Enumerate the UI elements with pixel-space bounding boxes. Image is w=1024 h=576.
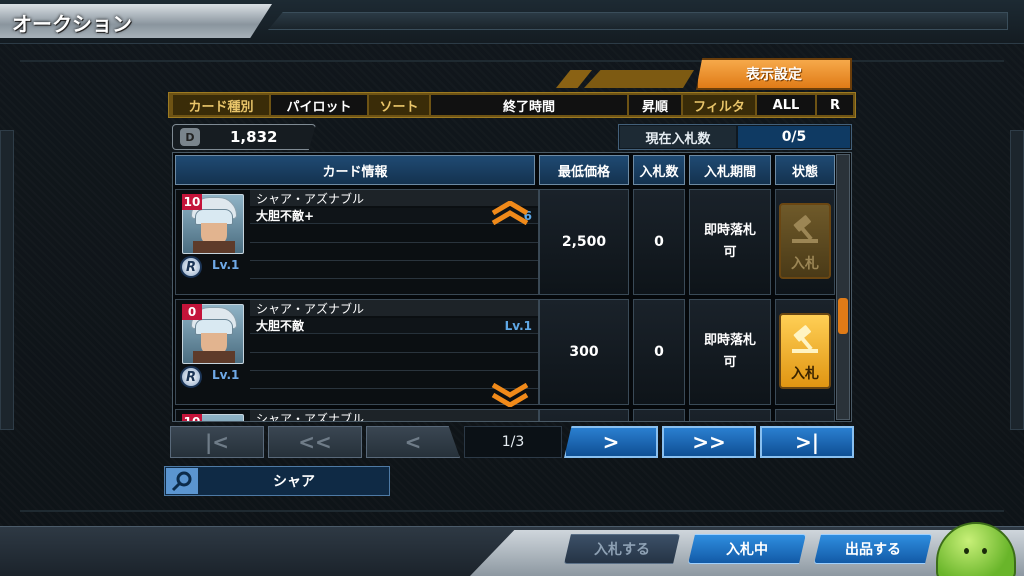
prev-page-button[interactable]: < (366, 426, 460, 458)
last-page-icon: >| (794, 430, 820, 454)
column-header-card-info: カード情報 (175, 155, 535, 185)
scroll-down-icon[interactable] (489, 383, 531, 407)
bid-period-line2: 可 (723, 355, 737, 370)
scroll-up-icon[interactable] (489, 201, 531, 225)
cost-badge: 10 (182, 414, 202, 421)
left-frame-edge (0, 130, 14, 430)
next-page-button[interactable]: > (564, 426, 658, 458)
bid-period (689, 409, 771, 421)
bid-period: 即時落札 可 (689, 189, 771, 295)
skill-name: 大胆不敵 Lv.1 (250, 318, 538, 334)
rewind-button[interactable]: << (268, 426, 362, 458)
skill-divider (250, 260, 538, 261)
bid-count: 0 (633, 299, 685, 405)
card-type-label: カード種別 (173, 95, 269, 115)
display-settings-button[interactable]: 表示設定 (696, 58, 852, 90)
order-toggle[interactable]: 昇順 (629, 95, 681, 115)
bidding-button[interactable]: 入札中 (688, 534, 806, 564)
skill-divider (250, 278, 538, 279)
min-price: 300 (539, 299, 629, 405)
status-cell (775, 409, 835, 421)
current-bids-label: 現在入札数 (620, 126, 736, 148)
skill-divider (250, 352, 538, 353)
skill-divider (250, 242, 538, 243)
cost-badge: 0 (182, 304, 202, 320)
last-page-button[interactable]: >| (760, 426, 854, 458)
card-info: 10 R Lv.1 シャア・アズナブル 大胆不敵+ 6 (175, 189, 539, 295)
table-row[interactable]: 0 R Lv.1 シャア・アズナブル 大胆不敵 Lv.1 300 0 即時落札 … (173, 299, 839, 407)
column-header-min-price: 最低価格 (539, 155, 629, 185)
bid-count: 0 (633, 189, 685, 295)
magnifier-icon (171, 471, 192, 492)
sort-select[interactable]: 終了時間 (431, 95, 627, 115)
table-row[interactable]: 10 シャア・アズナブル (173, 409, 839, 421)
table-row[interactable]: 10 R Lv.1 シャア・アズナブル 大胆不敵+ 6 2,500 0 即時落札… (173, 189, 839, 297)
page-title: オークション (12, 12, 132, 36)
r-button[interactable]: R (817, 95, 853, 115)
column-header-bid-period: 入札期間 (689, 155, 771, 185)
cost-badge: 10 (182, 194, 202, 210)
bid-button-disabled[interactable]: 入札 (779, 203, 831, 279)
currency-icon: D (180, 128, 200, 146)
bid-period-line2: 可 (723, 245, 737, 260)
column-header-bid-count: 入札数 (633, 155, 685, 185)
filter-select[interactable]: ALL (757, 95, 815, 115)
header-decoration (584, 70, 694, 88)
bid-button[interactable]: 入札 (779, 313, 831, 389)
card-info: 0 R Lv.1 シャア・アズナブル 大胆不敵 Lv.1 (175, 299, 539, 405)
bid-action-button[interactable]: 入札する (564, 534, 680, 564)
card-type-select[interactable]: パイロット (271, 95, 367, 115)
currency-amount: 1,832 (230, 128, 278, 146)
fast-forward-icon: >> (692, 430, 726, 454)
frame-line-bottom (20, 510, 1004, 512)
scrollbar-thumb[interactable] (838, 298, 848, 334)
min-price (539, 409, 629, 421)
auction-screen: オークション 表示設定 カード種別 パイロット ソート 終了時間 昇順 フィルタ… (0, 0, 1024, 576)
skill-label: 大胆不敵 (256, 319, 305, 333)
rank-r-icon: R (180, 256, 202, 278)
filter-label: フィルタ (683, 95, 755, 115)
page-indicator: 1/3 (464, 426, 562, 458)
pilot-name: シャア・アズナブル (250, 410, 538, 421)
frame-line-top (20, 60, 1004, 62)
mascot-eye (964, 548, 969, 554)
filter-bar: カード種別 パイロット ソート 終了時間 昇順 フィルタ ALL R (168, 92, 856, 118)
bid-period-line1: 即時落札 (703, 333, 756, 348)
listing-button[interactable]: 出品する (814, 534, 932, 564)
current-bids-value: 0/5 (738, 126, 850, 148)
skill-level: Lv.1 (504, 318, 532, 333)
first-page-icon: |< (204, 430, 230, 454)
search-icon[interactable] (166, 468, 198, 494)
next-icon: > (602, 430, 620, 454)
bid-button-label: 入札 (791, 256, 819, 272)
mascot-eye (982, 548, 987, 554)
uniform (193, 351, 235, 363)
gavel-icon (792, 215, 818, 243)
skill-label: 大胆不敵+ (256, 209, 315, 223)
bid-period-line1: 即時落札 (703, 223, 756, 238)
rewind-icon: << (298, 430, 332, 454)
first-page-button[interactable]: |< (170, 426, 264, 458)
card-level: Lv.1 (212, 258, 240, 272)
right-frame-edge (1010, 130, 1024, 430)
bid-period: 即時落札 可 (689, 299, 771, 405)
gavel-icon (792, 325, 818, 353)
search-input[interactable]: シャア (200, 468, 388, 494)
pilot-name: シャア・アズナブル (250, 300, 538, 316)
title-decoration (268, 12, 1008, 30)
min-price: 2,500 (539, 189, 629, 295)
scrollbar-track[interactable] (836, 154, 850, 420)
uniform (193, 241, 235, 253)
skill-divider (250, 370, 538, 371)
card-info: 10 シャア・アズナブル (175, 409, 539, 421)
sort-label: ソート (369, 95, 429, 115)
bid-button-label: 入札 (791, 366, 819, 382)
card-level: Lv.1 (212, 368, 240, 382)
auction-table: カード情報 最低価格 入札数 入札期間 状態 10 R Lv.1 シャア・アズナ… (172, 152, 852, 422)
fast-forward-button[interactable]: >> (662, 426, 756, 458)
column-header-status: 状態 (775, 155, 835, 185)
prev-icon: < (404, 430, 422, 454)
bid-count (633, 409, 685, 421)
rank-r-icon: R (180, 366, 202, 388)
